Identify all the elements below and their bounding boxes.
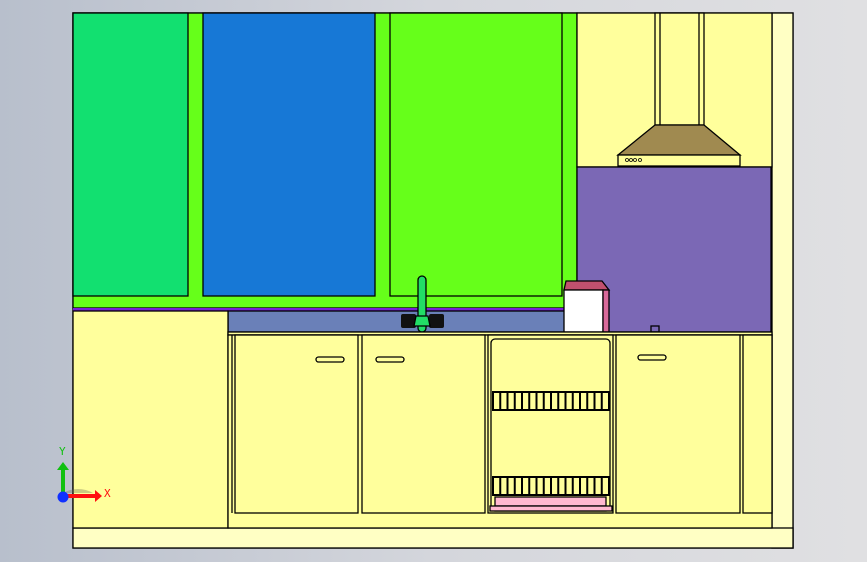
base-cabinet-door-5[interactable] — [742, 334, 773, 514]
door-1-handle[interactable] — [315, 356, 345, 363]
sink-handle-right[interactable] — [429, 314, 444, 328]
z-axis-dot — [57, 491, 69, 503]
dish-rack-lower — [492, 476, 610, 496]
right-side-panel — [771, 12, 794, 549]
x-axis-label: X — [104, 487, 111, 500]
upper-cabinet-door-right[interactable] — [389, 12, 563, 297]
faucet-base — [413, 315, 431, 327]
base-cabinet-door-4[interactable] — [615, 334, 741, 514]
appliance-side — [602, 289, 610, 333]
upper-cabinet-door-middle[interactable] — [202, 12, 376, 297]
upper-cabinet-door-left[interactable] — [72, 12, 189, 297]
floor-plinth — [72, 527, 794, 549]
door-4-handle[interactable] — [637, 354, 667, 361]
dish-rack-upper — [492, 391, 610, 411]
kitchen-model: X Y — [57, 12, 794, 549]
y-axis-label: Y — [59, 445, 66, 458]
dish-rack-tray — [494, 496, 607, 507]
cad-viewport[interactable]: X Y — [0, 0, 867, 562]
dish-rack-base — [489, 505, 613, 512]
hood-chimney — [654, 12, 705, 126]
appliance-top — [563, 280, 611, 291]
appliance-box — [563, 289, 604, 333]
door-2-handle[interactable] — [375, 356, 405, 363]
